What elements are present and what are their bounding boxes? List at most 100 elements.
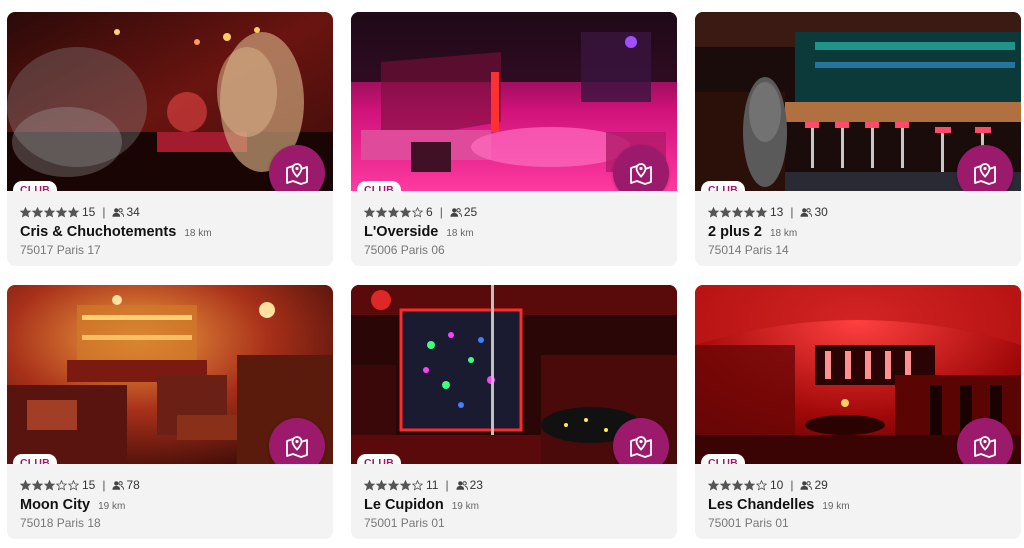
star-rating bbox=[364, 479, 423, 491]
people-count: 23 bbox=[469, 478, 483, 492]
star-filled-icon bbox=[44, 479, 55, 491]
people-count: 34 bbox=[126, 205, 140, 219]
star-filled-icon bbox=[720, 479, 731, 491]
venue-distance: 19 km bbox=[451, 501, 479, 512]
venue-name[interactable]: L'Overside bbox=[364, 224, 438, 240]
venue-info: 15 | 34 Cris & Chuchotements 18 km 75017… bbox=[20, 205, 323, 257]
venue-address: 75006 Paris 06 bbox=[364, 243, 445, 257]
venue-name[interactable]: Les Chandelles bbox=[708, 497, 814, 513]
star-filled-icon bbox=[388, 479, 399, 491]
star-filled-icon bbox=[20, 206, 31, 218]
venue-info: 11 | 23 Le Cupidon 19 km 75001 Paris 01 bbox=[364, 478, 667, 530]
venue-name[interactable]: Moon City bbox=[20, 497, 90, 513]
venue-info: 10 | 29 Les Chandelles 19 km 75001 Paris… bbox=[708, 478, 1011, 530]
star-filled-icon bbox=[364, 206, 375, 218]
category-badge: CLUB bbox=[357, 454, 401, 464]
map-pin-icon bbox=[286, 163, 308, 185]
map-pin-icon bbox=[286, 436, 308, 458]
star-filled-icon bbox=[56, 206, 67, 218]
star-filled-icon bbox=[68, 206, 79, 218]
venue-info: 15 | 78 Moon City 19 km 75018 Paris 18 bbox=[20, 478, 323, 530]
separator: | bbox=[790, 205, 794, 219]
people-count: 30 bbox=[814, 205, 828, 219]
rating-count: 15 bbox=[82, 478, 96, 492]
venue-card[interactable]: CLUB 13 | 30 2 plus 2 18 km 75014 Paris … bbox=[695, 12, 1021, 266]
star-filled-icon bbox=[756, 206, 767, 218]
venue-distance: 19 km bbox=[822, 501, 850, 512]
venue-info: 6 | 25 L'Overside 18 km 75006 Paris 06 bbox=[364, 205, 667, 257]
venue-address: 75018 Paris 18 bbox=[20, 516, 101, 530]
people-count: 78 bbox=[126, 478, 140, 492]
star-filled-icon bbox=[708, 206, 719, 218]
people-icon bbox=[112, 480, 125, 490]
star-empty-icon bbox=[68, 479, 79, 491]
rating-count: 15 bbox=[82, 205, 96, 219]
map-pin-icon bbox=[974, 436, 996, 458]
star-empty-icon bbox=[756, 479, 767, 491]
map-pin-icon bbox=[974, 163, 996, 185]
venue-address: 75001 Paris 01 bbox=[708, 516, 789, 530]
star-rating bbox=[708, 479, 767, 491]
rating-line: 11 | 23 bbox=[364, 478, 667, 492]
venue-name[interactable]: Le Cupidon bbox=[364, 497, 444, 513]
venue-distance: 18 km bbox=[184, 228, 212, 239]
category-badge: CLUB bbox=[701, 454, 745, 464]
venue-photo[interactable]: CLUB bbox=[695, 285, 1021, 464]
separator: | bbox=[102, 478, 106, 492]
people-count: 25 bbox=[463, 205, 478, 219]
venue-distance: 18 km bbox=[446, 228, 474, 239]
people-count: 29 bbox=[814, 478, 828, 492]
venue-name[interactable]: 2 plus 2 bbox=[708, 224, 762, 240]
rating-line: 13 | 30 bbox=[708, 205, 1011, 219]
separator: | bbox=[439, 205, 443, 219]
star-filled-icon bbox=[44, 206, 55, 218]
people-icon bbox=[456, 480, 468, 490]
star-filled-icon bbox=[400, 479, 411, 491]
category-badge: CLUB bbox=[13, 454, 57, 464]
star-empty-icon bbox=[412, 206, 423, 218]
venue-photo[interactable]: CLUB bbox=[351, 12, 677, 191]
star-filled-icon bbox=[744, 206, 755, 218]
category-badge: CLUB bbox=[701, 181, 745, 191]
star-filled-icon bbox=[364, 479, 375, 491]
star-rating bbox=[364, 206, 423, 218]
star-filled-icon bbox=[732, 479, 743, 491]
venue-card[interactable]: CLUB 6 | 25 L'Overside 18 km 75006 Paris… bbox=[351, 12, 677, 266]
venue-distance: 19 km bbox=[98, 501, 126, 512]
star-filled-icon bbox=[708, 479, 719, 491]
venue-info: 13 | 30 2 plus 2 18 km 75014 Paris 14 bbox=[708, 205, 1011, 257]
venue-address: 75001 Paris 01 bbox=[364, 516, 445, 530]
venue-card[interactable]: CLUB 15 | 34 Cris & Chuchotements 18 km … bbox=[7, 12, 333, 266]
separator: | bbox=[102, 205, 106, 219]
people-icon bbox=[800, 480, 813, 490]
venue-photo[interactable]: CLUB bbox=[7, 12, 333, 191]
star-filled-icon bbox=[732, 206, 743, 218]
venue-address: 75014 Paris 14 bbox=[708, 243, 789, 257]
venue-card[interactable]: CLUB 11 | 23 Le Cupidon 19 km 75001 Pari… bbox=[351, 285, 677, 539]
star-filled-icon bbox=[744, 479, 755, 491]
venue-name[interactable]: Cris & Chuchotements bbox=[20, 224, 176, 240]
category-badge: CLUB bbox=[13, 181, 57, 191]
category-badge: CLUB bbox=[357, 181, 401, 191]
separator: | bbox=[790, 478, 794, 492]
star-filled-icon bbox=[376, 479, 387, 491]
venue-photo[interactable]: CLUB bbox=[695, 12, 1021, 191]
star-empty-icon bbox=[412, 479, 423, 491]
venue-photo[interactable]: CLUB bbox=[351, 285, 677, 464]
venue-card[interactable]: CLUB 15 | 78 Moon City 19 km 75018 Paris… bbox=[7, 285, 333, 539]
star-filled-icon bbox=[376, 206, 387, 218]
venue-card[interactable]: CLUB 10 | 29 Les Chandelles 19 km 75001 … bbox=[695, 285, 1021, 539]
rating-count: 6 bbox=[426, 205, 433, 219]
map-pin-icon bbox=[630, 436, 652, 458]
star-filled-icon bbox=[20, 479, 31, 491]
venue-photo[interactable]: CLUB bbox=[7, 285, 333, 464]
rating-count: 13 bbox=[770, 205, 784, 219]
star-rating bbox=[708, 206, 767, 218]
venue-address: 75017 Paris 17 bbox=[20, 243, 101, 257]
rating-line: 10 | 29 bbox=[708, 478, 1011, 492]
star-filled-icon bbox=[32, 206, 43, 218]
star-rating bbox=[20, 206, 79, 218]
rating-line: 15 | 78 bbox=[20, 478, 323, 492]
rating-line: 15 | 34 bbox=[20, 205, 323, 219]
venue-distance: 18 km bbox=[770, 228, 798, 239]
